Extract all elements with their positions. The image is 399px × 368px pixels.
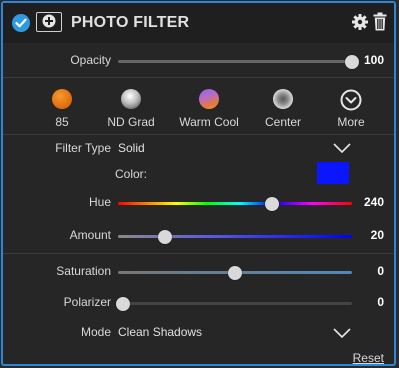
divider: [3, 77, 394, 78]
check-icon: [15, 18, 27, 28]
saturation-value: 0: [377, 264, 384, 278]
filter-type-label: Filter Type: [55, 141, 111, 155]
opacity-row: Opacity 100: [3, 53, 394, 69]
hue-slider-handle[interactable]: [265, 197, 280, 211]
plus-circle-icon: [42, 14, 56, 28]
add-layer-button[interactable]: [36, 12, 62, 32]
photo-filter-panel: PHOTO FILTER Opacity 100 85 ND Grad Warm…: [1, 1, 396, 366]
enable-checkbox[interactable]: [12, 14, 30, 32]
panel-header: PHOTO FILTER: [3, 3, 394, 43]
polarizer-row: Polarizer 0: [3, 295, 394, 311]
reset-link[interactable]: Reset: [353, 351, 384, 365]
orange-filter-icon: [52, 89, 72, 109]
color-label: Color:: [114, 167, 147, 181]
trash-icon[interactable]: [373, 12, 387, 31]
polarizer-slider[interactable]: [116, 297, 352, 311]
filter-type-select[interactable]: Solid: [118, 141, 145, 155]
mode-row[interactable]: Mode Clean Shadows: [3, 325, 394, 343]
polarizer-value: 0: [377, 295, 384, 309]
preset-label: Warm Cool: [179, 115, 239, 129]
center-filter-icon: [273, 89, 293, 109]
gear-icon[interactable]: [351, 13, 369, 31]
divider: [3, 134, 394, 135]
hue-value: 240: [363, 195, 384, 209]
gray-filter-icon: [121, 89, 141, 109]
preset-label: Center: [264, 115, 302, 129]
hue-slider[interactable]: [118, 197, 352, 211]
chevron-down-icon[interactable]: [333, 328, 351, 339]
polarizer-slider-handle[interactable]: [116, 297, 130, 311]
preset-label: ND Grad: [107, 115, 155, 129]
opacity-value: 100: [363, 53, 384, 67]
warm-cool-filter-icon: [199, 89, 219, 109]
chevron-down-circle-icon: [340, 89, 362, 111]
amount-slider-handle[interactable]: [157, 230, 172, 244]
opacity-slider[interactable]: [118, 55, 359, 69]
amount-value: 20: [370, 228, 384, 242]
amount-slider[interactable]: [118, 230, 352, 244]
amount-row: Amount 20: [3, 228, 394, 244]
panel-title: PHOTO FILTER: [71, 14, 190, 31]
chevron-down-icon[interactable]: [333, 143, 351, 154]
opacity-slider-handle[interactable]: [345, 55, 359, 69]
mode-select[interactable]: Clean Shadows: [118, 325, 202, 339]
saturation-slider-handle[interactable]: [228, 266, 242, 280]
mode-label: Mode: [80, 325, 111, 339]
saturation-slider[interactable]: [118, 266, 352, 280]
preset-more[interactable]: More: [311, 89, 391, 129]
saturation-row: Saturation 0: [3, 264, 394, 280]
opacity-label: Opacity: [70, 53, 111, 67]
amount-label: Amount: [69, 228, 111, 242]
preset-warm-cool[interactable]: Warm Cool: [169, 89, 249, 129]
preset-label: 85: [55, 115, 69, 129]
polarizer-label: Polarizer: [63, 295, 111, 309]
preset-nd-grad[interactable]: ND Grad: [91, 89, 171, 129]
preset-label: More: [337, 115, 365, 129]
preset-85[interactable]: 85: [22, 89, 102, 129]
saturation-label: Saturation: [56, 264, 111, 278]
hue-label: Hue: [88, 195, 111, 209]
hue-row: Hue 240: [3, 195, 394, 211]
divider: [3, 253, 394, 254]
color-swatch[interactable]: [317, 162, 349, 184]
filter-type-row[interactable]: Filter Type Solid: [3, 141, 394, 159]
